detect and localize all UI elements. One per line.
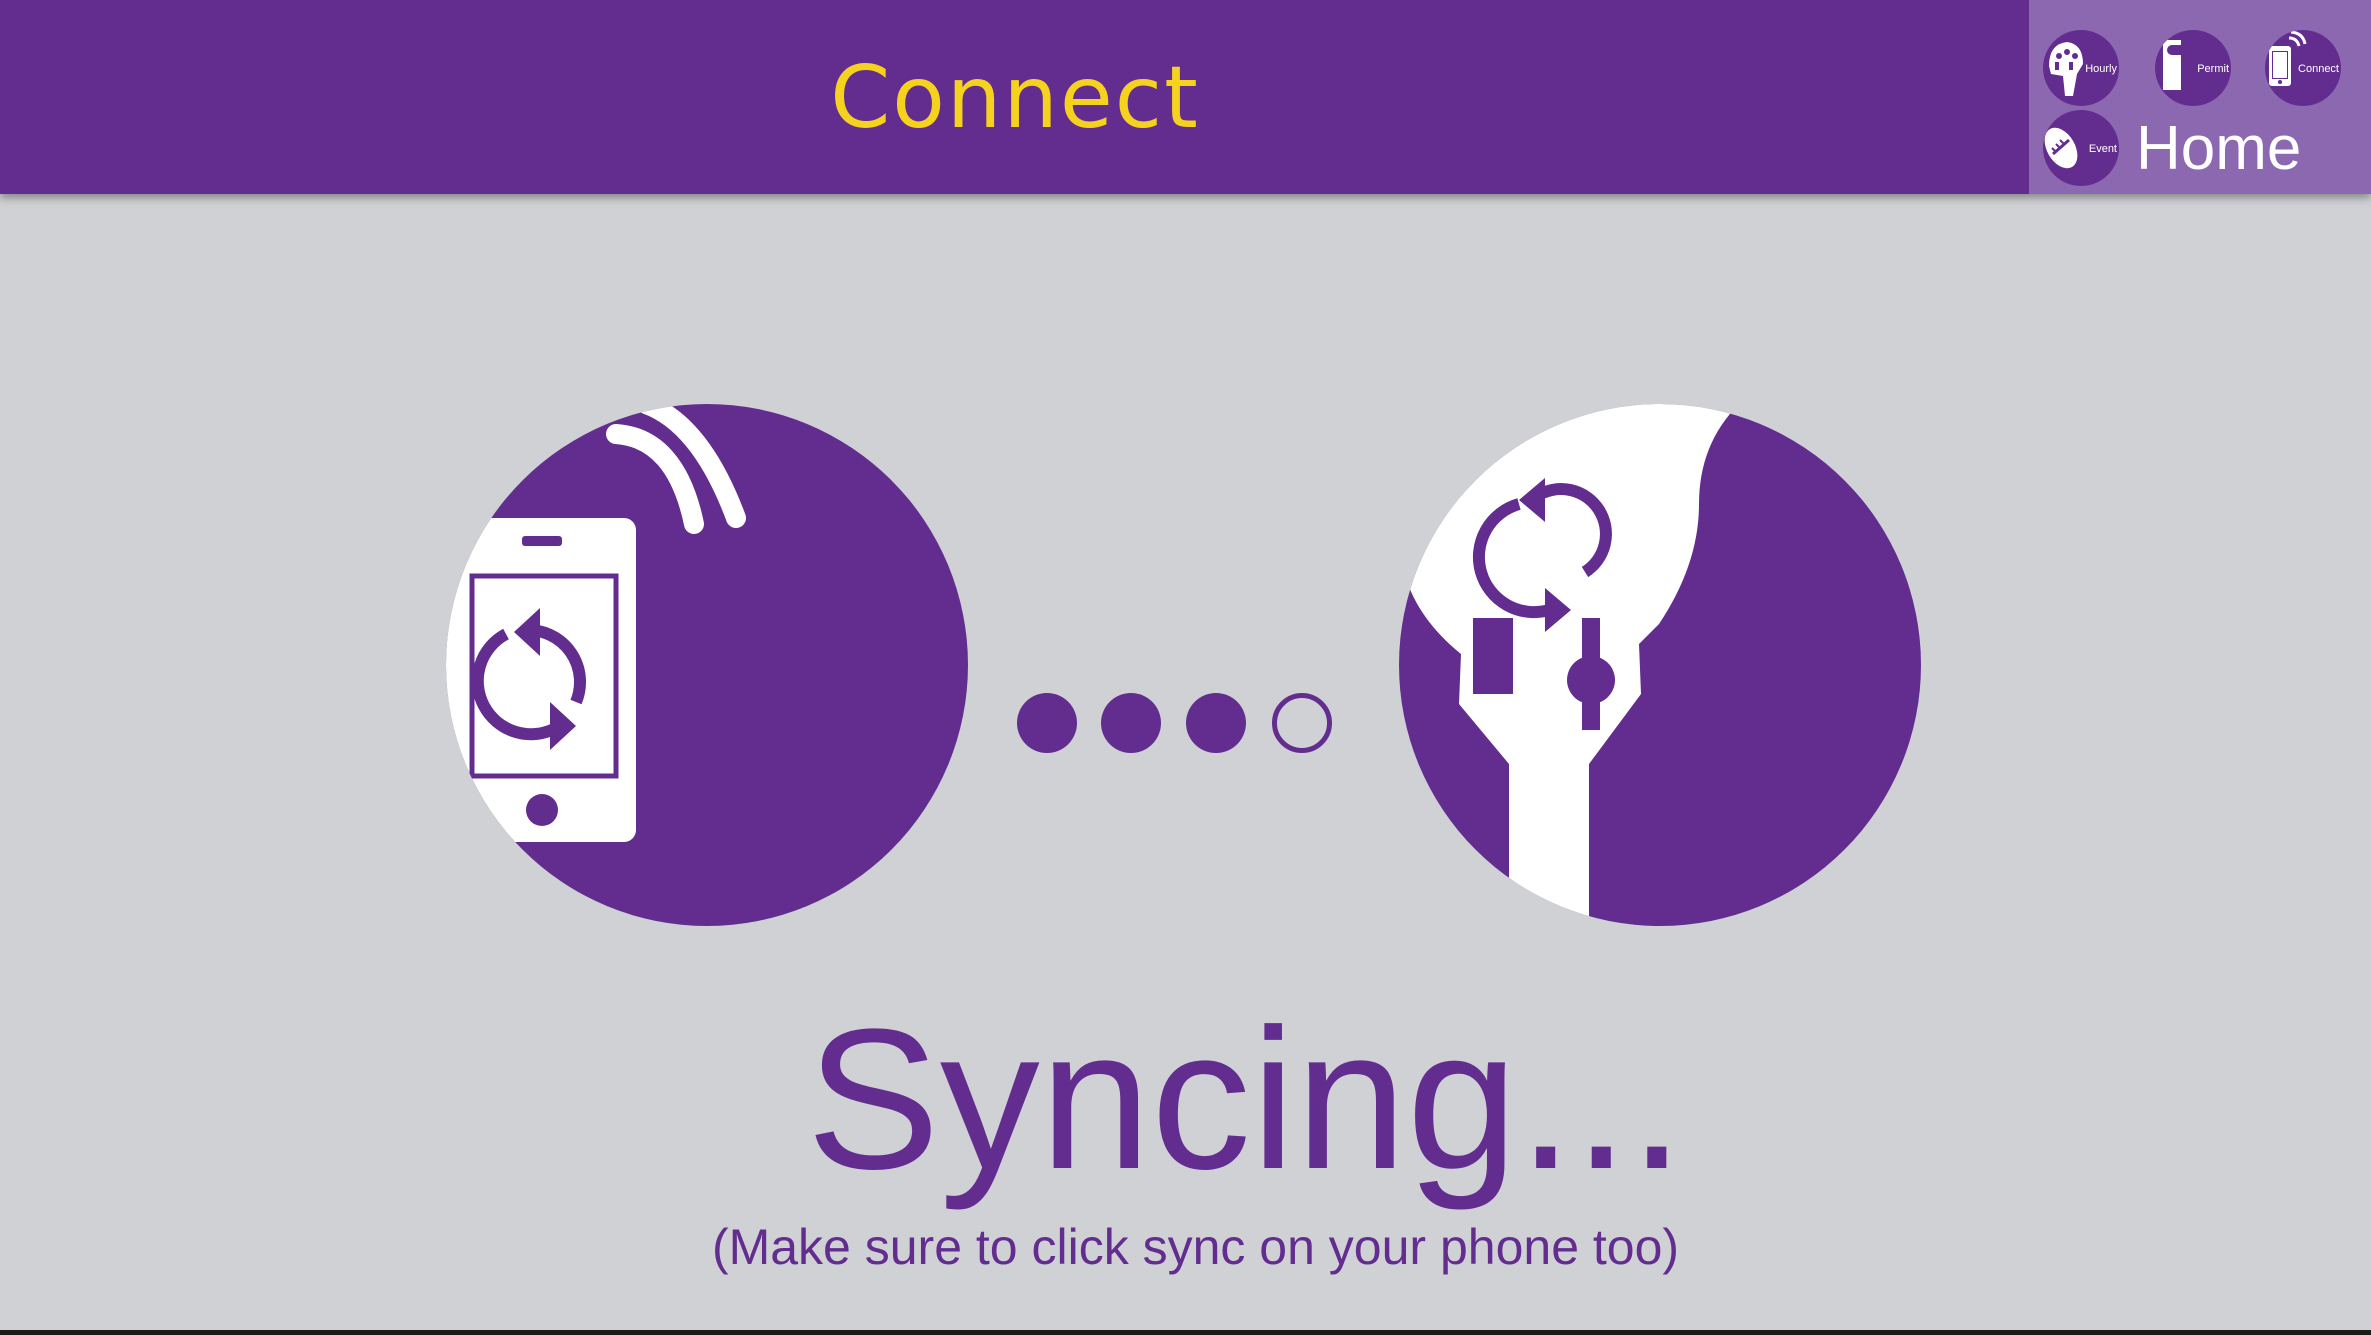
nav-hourly-label: Hourly	[2085, 63, 2117, 75]
progress-dot-2	[1101, 693, 1161, 753]
nav-connect-label: Connect	[2298, 63, 2339, 75]
nav-permit-button[interactable]: Permit	[2155, 30, 2231, 106]
phone-circle	[446, 404, 968, 926]
progress-dot-1	[1017, 693, 1077, 753]
progress-dot-3	[1186, 693, 1246, 753]
home-link[interactable]: Home	[2136, 113, 2301, 184]
sync-hint: (Make sure to click sync on your phone t…	[711, 1219, 1680, 1275]
meter-sync-icon	[1399, 404, 1739, 926]
nav-connect-button[interactable]: Connect	[2265, 30, 2341, 106]
meter-circle	[1399, 404, 1921, 926]
nav-event-label: Event	[2088, 143, 2117, 155]
progress-dot-4	[1272, 693, 1332, 753]
bottom-border	[0, 1330, 2371, 1335]
sync-status: Syncing...	[806, 988, 1685, 1211]
nav-event-button[interactable]: Event	[2043, 110, 2119, 186]
phone-sync-icon	[446, 404, 746, 842]
header-bar: Connect	[0, 0, 2371, 194]
nav-permit-label: Permit	[2197, 63, 2229, 75]
nav-hourly-button[interactable]: Hourly	[2043, 30, 2119, 106]
page-title: Connect	[830, 48, 1200, 148]
